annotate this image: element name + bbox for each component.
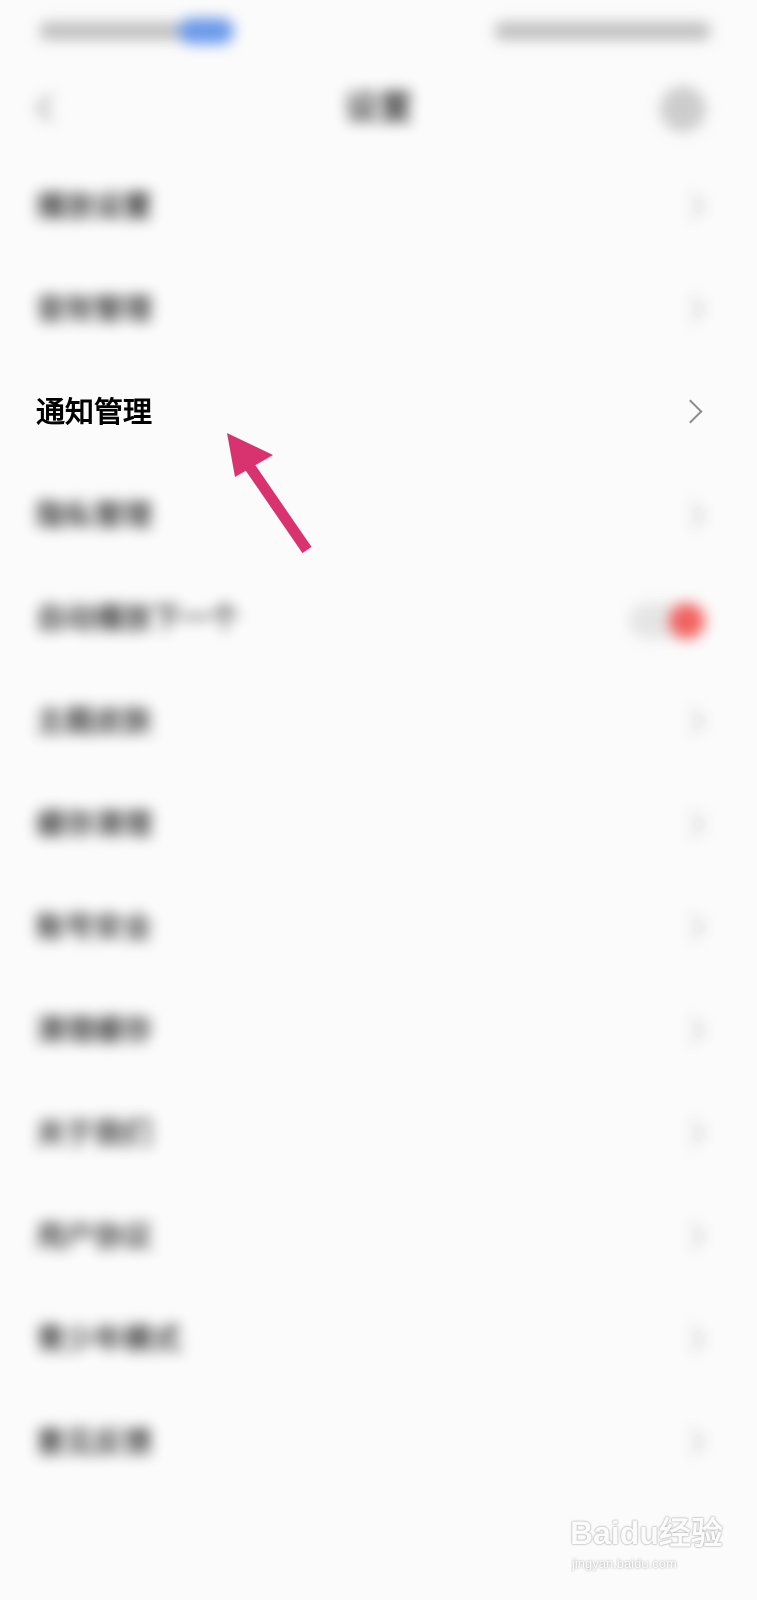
row-label: 通知管理 (36, 395, 153, 429)
row-label: 缓存清理 (36, 807, 153, 841)
status-indicator-pill (178, 18, 234, 44)
toggle-knob (669, 603, 705, 639)
settings-row-playback[interactable]: 播放设置 (0, 155, 757, 258)
row-label: 青少年模式 (36, 1322, 182, 1356)
status-bar (0, 0, 757, 70)
settings-row-feedback[interactable]: 意见反馈 (0, 1391, 757, 1494)
back-button[interactable] (30, 90, 66, 126)
row-label: 意见反馈 (36, 1425, 153, 1459)
watermark: Baidu经验 jingyan.baidu.com (570, 1488, 750, 1588)
chevron-right-icon (679, 1326, 705, 1352)
chevron-right-icon (679, 1223, 705, 1249)
settings-row-autoplay[interactable]: 自动播放下一个 (0, 567, 757, 670)
settings-row-notification-management[interactable]: 通知管理 (0, 361, 757, 464)
row-label: 主题皮肤 (36, 704, 153, 738)
row-label: 自动播放下一个 (36, 601, 240, 635)
settings-row-theme[interactable]: 主题皮肤 (0, 670, 757, 773)
more-icon[interactable] (660, 86, 706, 132)
watermark-brand: Baidu经验 (570, 1515, 723, 1551)
chevron-right-icon (679, 811, 705, 837)
status-left-info (40, 22, 180, 40)
settings-screen: 设置 播放设置 音效管理 通知管理 隐私管理 自动播放下一个 主题皮肤 缓存清理… (0, 0, 757, 1600)
settings-list: 播放设置 音效管理 通知管理 隐私管理 自动播放下一个 主题皮肤 缓存清理 账号… (0, 155, 757, 1494)
chevron-right-icon (679, 1120, 705, 1146)
chevron-right-icon (679, 193, 705, 219)
row-label: 音效管理 (36, 292, 153, 326)
row-label: 关于我们 (36, 1116, 153, 1150)
chevron-right-icon (679, 708, 705, 734)
row-label: 播放设置 (36, 189, 153, 223)
settings-row-privacy[interactable]: 隐私管理 (0, 464, 757, 567)
settings-row-cache[interactable]: 缓存清理 (0, 773, 757, 876)
row-label: 隐私管理 (36, 498, 153, 532)
chevron-right-icon (679, 296, 705, 322)
settings-row-clear[interactable]: 清理缓存 (0, 979, 757, 1082)
settings-row-about[interactable]: 关于我们 (0, 1082, 757, 1185)
row-label: 清理缓存 (36, 1013, 153, 1047)
autoplay-toggle[interactable] (629, 603, 705, 639)
arrow-icon (227, 433, 312, 554)
chevron-right-icon (679, 502, 705, 528)
nav-header: 设置 (0, 70, 757, 150)
row-label: 账号安全 (36, 910, 153, 944)
chevron-right-icon (679, 1017, 705, 1043)
settings-row-account[interactable]: 账号安全 (0, 876, 757, 979)
page-title: 设置 (344, 88, 413, 128)
chevron-right-icon (679, 914, 705, 940)
status-right-info (495, 22, 710, 40)
settings-row-sound[interactable]: 音效管理 (0, 258, 757, 361)
settings-row-teen-mode[interactable]: 青少年模式 (0, 1288, 757, 1391)
row-label: 用户协议 (36, 1219, 153, 1253)
chevron-left-icon (35, 93, 65, 123)
chevron-right-icon (679, 1429, 705, 1455)
settings-row-agreement[interactable]: 用户协议 (0, 1185, 757, 1288)
chevron-right-icon (678, 399, 703, 424)
watermark-url: jingyan.baidu.com (572, 1556, 677, 1571)
